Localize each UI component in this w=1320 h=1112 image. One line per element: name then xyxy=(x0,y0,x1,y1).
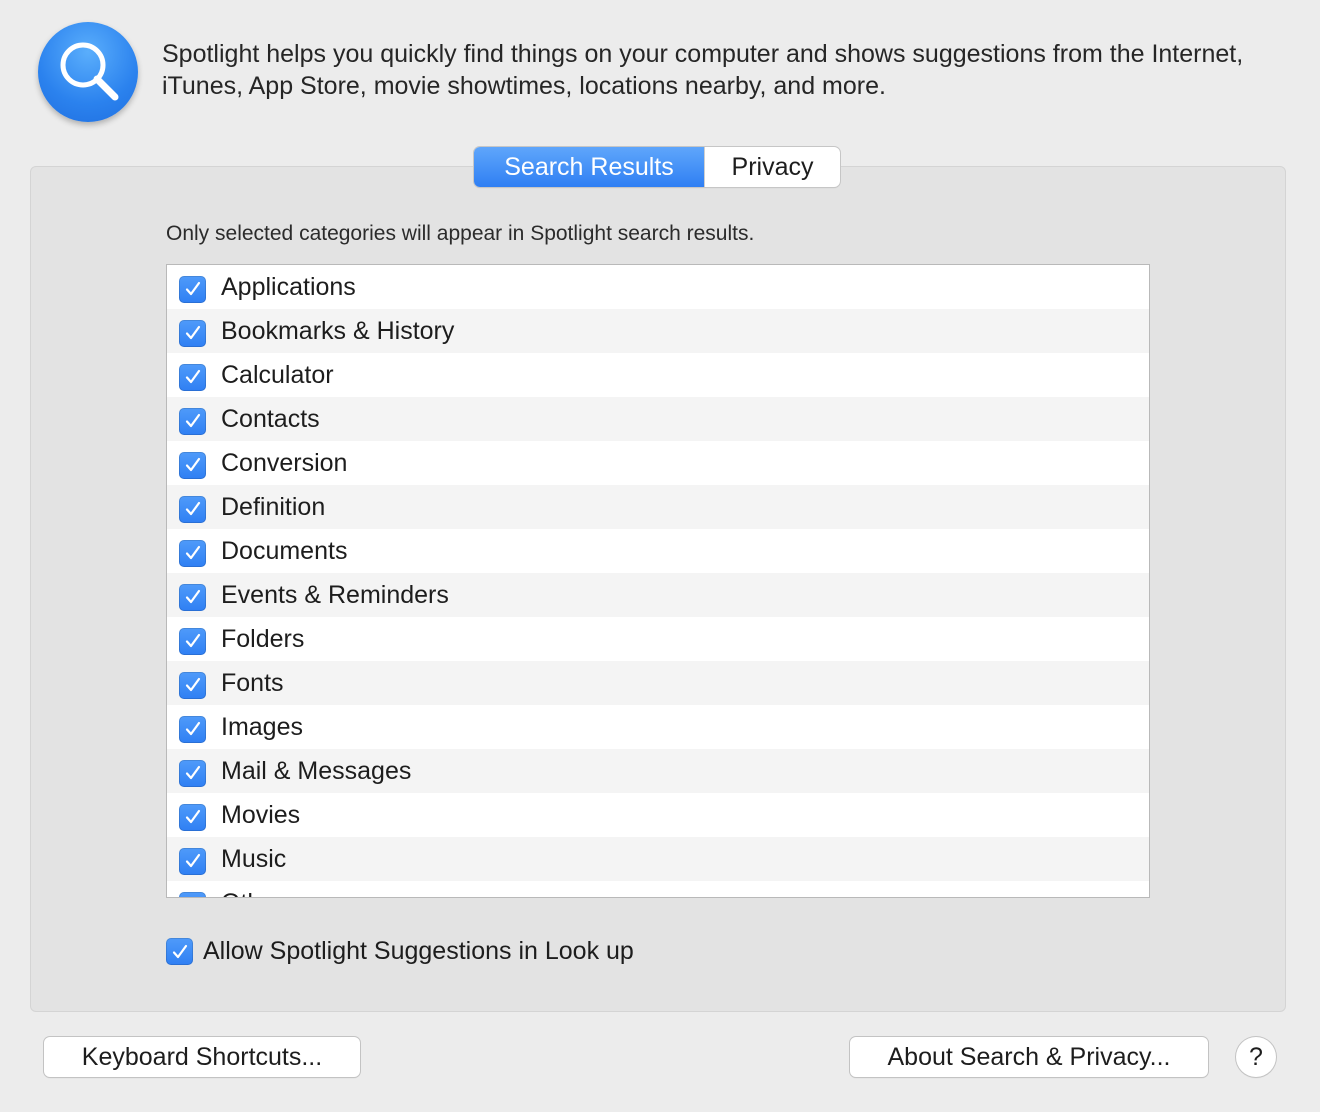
category-row[interactable]: Folders xyxy=(167,617,1149,661)
category-label: Definition xyxy=(221,492,326,521)
category-row[interactable]: Applications xyxy=(167,265,1149,309)
category-row[interactable]: Bookmarks & History xyxy=(167,309,1149,353)
category-checkbox[interactable] xyxy=(179,803,206,831)
category-checkbox[interactable] xyxy=(179,715,206,743)
category-row[interactable]: Definition xyxy=(167,485,1149,529)
allow-suggestions-option[interactable]: Allow Spotlight Suggestions in Look up xyxy=(166,937,634,966)
checkmark-icon xyxy=(185,369,200,384)
checkmark-icon xyxy=(185,633,200,648)
category-checkbox[interactable] xyxy=(179,759,206,787)
checkmark-icon xyxy=(185,325,200,340)
checkmark-icon xyxy=(185,809,200,824)
allow-suggestions-label: Allow Spotlight Suggestions in Look up xyxy=(203,937,634,965)
category-row[interactable]: Events & Reminders xyxy=(167,573,1149,617)
category-label: Folders xyxy=(221,624,305,653)
checkmark-icon xyxy=(185,853,200,868)
checkmark-icon xyxy=(184,896,202,898)
category-label: Calculator xyxy=(221,360,334,389)
keyboard-shortcuts-button[interactable]: Keyboard Shortcuts... xyxy=(44,1037,360,1077)
checkmark-icon xyxy=(185,677,200,692)
checkmark-icon xyxy=(172,944,187,958)
category-label: Images xyxy=(221,712,303,741)
help-button[interactable]: ? xyxy=(1236,1037,1276,1077)
checkmark-icon xyxy=(185,589,200,604)
category-checkbox[interactable] xyxy=(179,407,206,435)
category-row[interactable]: Images xyxy=(167,705,1149,749)
category-label: Mail & Messages xyxy=(221,756,412,785)
checkmark-icon xyxy=(185,545,200,560)
category-checkbox[interactable] xyxy=(179,891,206,898)
category-checkbox[interactable] xyxy=(179,627,206,655)
category-checkbox[interactable] xyxy=(179,275,206,303)
category-checkbox[interactable] xyxy=(179,671,206,699)
tab-search-results[interactable]: Search Results xyxy=(474,147,704,187)
category-label: Fonts xyxy=(221,668,284,697)
category-row[interactable]: Music xyxy=(167,837,1149,881)
category-checkbox[interactable] xyxy=(179,847,206,875)
tab-control: Search Results Privacy xyxy=(474,147,840,187)
category-checkbox[interactable] xyxy=(179,583,206,611)
category-row[interactable]: Mail & Messages xyxy=(167,749,1149,793)
categories-list[interactable]: Applications Bookmarks & History Calculato… xyxy=(166,264,1150,898)
category-label: Events & Reminders xyxy=(221,580,449,609)
description-text: Spotlight helps you quickly find things … xyxy=(162,40,1244,100)
checkmark-icon xyxy=(185,413,200,428)
category-row[interactable]: Contacts xyxy=(167,397,1149,441)
category-label: Movies xyxy=(221,800,301,829)
category-label: Contacts xyxy=(221,404,320,433)
category-checkbox[interactable] xyxy=(179,319,206,347)
category-label: Documents xyxy=(221,536,348,565)
allow-suggestions-checkbox[interactable] xyxy=(166,938,193,965)
category-row[interactable]: Documents xyxy=(167,529,1149,573)
category-label: Conversion xyxy=(221,448,348,477)
checkmark-icon xyxy=(185,457,200,472)
category-row[interactable]: Calculator xyxy=(167,353,1149,397)
category-label: Bookmarks & History xyxy=(221,316,455,345)
category-row[interactable]: Other xyxy=(167,881,1149,898)
category-checkbox[interactable] xyxy=(179,539,206,567)
spotlight-preferences-window: Spotlight helps you quickly find things … xyxy=(0,0,1320,1112)
categories-caption: Only selected categories will appear in … xyxy=(166,222,755,245)
category-row[interactable]: Conversion xyxy=(167,441,1149,485)
category-label: Music xyxy=(221,844,287,873)
checkmark-icon xyxy=(185,721,200,736)
category-checkbox[interactable] xyxy=(179,495,206,523)
category-label: Applications xyxy=(221,272,356,301)
category-checkbox[interactable] xyxy=(179,451,206,479)
about-search-privacy-button[interactable]: About Search & Privacy... xyxy=(850,1037,1208,1077)
category-checkbox[interactable] xyxy=(179,363,206,391)
checkmark-icon xyxy=(185,281,200,296)
category-row[interactable]: Fonts xyxy=(167,661,1149,705)
checkmark-icon xyxy=(185,501,200,516)
tab-privacy[interactable]: Privacy xyxy=(704,147,840,187)
checkmark-icon xyxy=(185,765,200,780)
category-row[interactable]: Movies xyxy=(167,793,1149,837)
spotlight-magnifier-icon xyxy=(38,22,138,122)
category-label: Other xyxy=(221,889,284,898)
